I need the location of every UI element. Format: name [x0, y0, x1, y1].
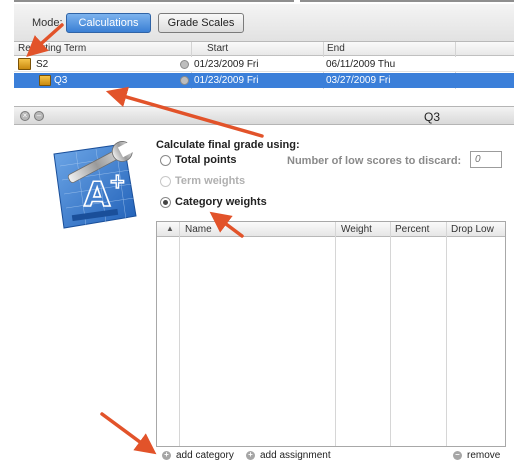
term-weights-label: Term weights	[175, 175, 246, 187]
column-header-name[interactable]: Name	[185, 224, 212, 235]
calculations-tab-button[interactable]: Calculations	[66, 13, 151, 33]
sort-ascending-icon[interactable]: ▲	[166, 224, 174, 233]
column-header-end[interactable]: End	[327, 43, 345, 54]
term-weights-radio	[160, 176, 171, 187]
folder-icon	[18, 58, 31, 70]
column-header-reporting-term[interactable]: Reporting Term	[18, 43, 86, 54]
category-actions-bar: + add category + add assignment – remove	[156, 450, 506, 461]
svg-text:+: +	[109, 169, 126, 193]
add-assignment-button[interactable]: add assignment	[260, 450, 331, 461]
category-weights-radio[interactable]	[160, 197, 171, 208]
term-name: S2	[36, 59, 49, 70]
grade-scales-tab-button[interactable]: Grade Scales	[158, 13, 244, 33]
remove-button[interactable]: remove	[467, 450, 500, 461]
category-table: ▲ Name Weight Percent Drop Low	[156, 221, 506, 447]
mode-toolbar: Mode: Calculations Grade Scales	[14, 4, 514, 42]
table-row[interactable]: S2 01/23/2009 Fri 06/11/2009 Thu	[14, 57, 514, 72]
table-header: ▲ Name Weight Percent Drop Low	[157, 222, 505, 237]
folder-icon	[39, 75, 51, 86]
total-points-label[interactable]: Total points	[175, 154, 237, 166]
calculation-panel: A + Calculate final grade using: Total p…	[14, 126, 514, 461]
top-edge-line	[14, 0, 294, 2]
calculation-heading: Calculate final grade using:	[156, 139, 300, 151]
low-scores-label: Number of low scores to discard:	[287, 155, 462, 167]
panel-titlebar: × – Q3	[14, 106, 514, 125]
column-header-weight[interactable]: Weight	[341, 224, 372, 235]
add-category-icon[interactable]: +	[162, 451, 171, 460]
add-assignment-icon[interactable]: +	[246, 451, 255, 460]
date-picker-icon[interactable]	[180, 60, 189, 69]
term-end: 03/27/2009 Fri	[326, 75, 391, 86]
minimize-icon[interactable]: –	[34, 111, 44, 121]
column-divider	[446, 222, 447, 446]
column-divider	[390, 222, 391, 446]
term-name: Q3	[54, 75, 68, 86]
column-header-start[interactable]: Start	[207, 43, 228, 54]
add-category-button[interactable]: add category	[176, 450, 234, 461]
table-header: Reporting Term Start End	[14, 42, 514, 56]
total-points-radio[interactable]	[160, 155, 171, 166]
term-start: 01/23/2009 Fri	[194, 75, 259, 86]
top-edge-line	[300, 0, 514, 2]
category-weights-label[interactable]: Category weights	[175, 196, 267, 208]
column-divider	[179, 222, 180, 446]
remove-icon[interactable]: –	[453, 451, 462, 460]
table-row-empty	[14, 89, 514, 104]
column-header-drop-low[interactable]: Drop Low	[451, 224, 494, 235]
close-icon[interactable]: ×	[20, 111, 30, 121]
column-header-percent[interactable]: Percent	[395, 224, 429, 235]
low-scores-input[interactable]	[470, 151, 502, 168]
column-divider	[335, 222, 336, 446]
table-row-selected[interactable]: Q3 01/23/2009 Fri 03/27/2009 Fri	[14, 73, 514, 88]
reporting-terms-table: Reporting Term Start End S2 01/23/2009 F…	[14, 42, 514, 104]
grade-calculator-a-plus-icon: A +	[53, 140, 137, 229]
mode-label: Mode:	[32, 17, 63, 29]
date-picker-icon[interactable]	[180, 76, 189, 85]
term-start: 01/23/2009 Fri	[194, 59, 259, 70]
svg-text:A: A	[84, 175, 111, 215]
panel-title: Q3	[424, 110, 441, 124]
term-end: 06/11/2009 Thu	[326, 59, 396, 70]
